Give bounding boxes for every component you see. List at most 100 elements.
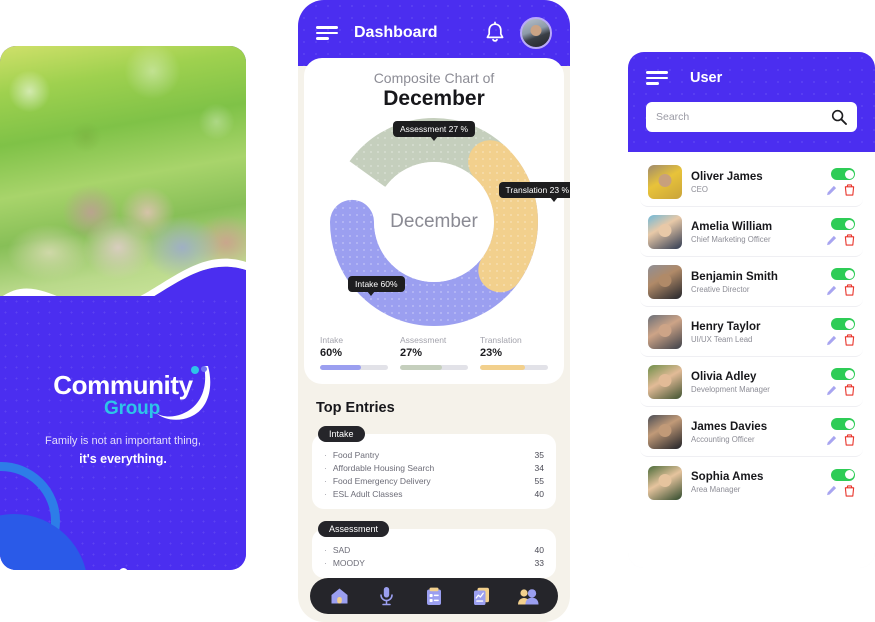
row-actions xyxy=(826,468,855,497)
tab-report[interactable] xyxy=(469,585,493,607)
pencil-edit-icon[interactable] xyxy=(826,185,837,196)
hamburger-icon[interactable] xyxy=(646,71,668,85)
row-action-icons xyxy=(826,334,855,346)
avatar xyxy=(648,365,682,399)
bottom-tab-bar xyxy=(310,578,558,614)
search-icon[interactable] xyxy=(831,109,847,125)
user-role: Chief Marketing Officer xyxy=(691,234,771,244)
row-action-icons xyxy=(826,234,855,246)
group-chip: Intake xyxy=(318,426,365,442)
list-item[interactable]: · ESL Adult Classes 40 xyxy=(324,487,544,500)
bullet-icon: · xyxy=(324,462,327,473)
row-action-icons xyxy=(826,484,855,497)
status-toggle[interactable] xyxy=(831,418,855,430)
hamburger-icon[interactable] xyxy=(316,26,338,40)
trash-delete-icon[interactable] xyxy=(844,234,855,246)
row-actions xyxy=(826,418,855,446)
avatar xyxy=(648,165,682,199)
entry-group-intake: Intake · Food Pantry 35 · Affordable Hou… xyxy=(312,424,556,509)
user-info: Olivia Adley Development Manager xyxy=(691,371,826,394)
entry-count: 35 xyxy=(534,449,544,460)
table-row[interactable]: Olivia Adley Development Manager xyxy=(640,358,863,407)
status-toggle[interactable] xyxy=(831,318,855,330)
table-row[interactable]: Benjamin Smith Creative Director xyxy=(640,258,863,307)
user-panel-topbar: User xyxy=(646,70,857,86)
donut-center-label: December xyxy=(390,211,478,232)
user-name: Benjamin Smith xyxy=(691,270,778,283)
user-list: Oliver James CEO Amelia William Chief Ma… xyxy=(628,152,875,568)
tab-people[interactable] xyxy=(516,585,540,607)
trash-delete-icon[interactable] xyxy=(844,434,855,446)
stat-progress-bar xyxy=(320,365,388,370)
pencil-edit-icon[interactable] xyxy=(826,485,837,496)
search-input[interactable] xyxy=(656,111,831,123)
promo-card-body: Community Group Family is not an importa… xyxy=(0,296,246,570)
top-entries-section: Top Entries Intake · Food Pantry 35 · Af… xyxy=(298,400,570,588)
clipboard-icon xyxy=(426,587,441,605)
entry-name: Affordable Housing Search xyxy=(332,462,435,473)
pencil-edit-icon[interactable] xyxy=(826,235,837,246)
stat-translation: Translation 23% xyxy=(480,335,548,370)
list-item[interactable]: · Food Emergency Delivery 55 xyxy=(324,474,544,487)
stat-value: 23% xyxy=(480,347,503,359)
pencil-edit-icon[interactable] xyxy=(826,335,837,346)
avatar xyxy=(648,415,682,449)
list-item[interactable]: · MOODY 33 xyxy=(324,556,544,569)
status-toggle[interactable] xyxy=(831,268,855,280)
notification-bell-icon[interactable] xyxy=(484,21,506,45)
entry-list: · Food Pantry 35 · Affordable Housing Se… xyxy=(312,434,556,509)
community-group-promo-card: Community Group Family is not an importa… xyxy=(0,46,246,570)
user-info: Henry Taylor UI/UX Team Lead xyxy=(691,321,826,344)
tab-clipboard[interactable] xyxy=(422,585,446,607)
stat-label: Translation xyxy=(480,335,522,345)
user-info: James Davies Accounting Officer xyxy=(691,421,826,444)
trash-delete-icon[interactable] xyxy=(844,284,855,296)
table-row[interactable]: Sophia Ames Area Manager xyxy=(640,458,863,507)
pager-dot[interactable] xyxy=(103,569,110,570)
entry-name: SAD xyxy=(332,544,351,555)
table-row[interactable]: Henry Taylor UI/UX Team Lead xyxy=(640,308,863,357)
list-item[interactable]: · SAD 40 xyxy=(324,543,544,556)
pager-dot-active[interactable] xyxy=(118,568,128,570)
tab-microphone[interactable] xyxy=(375,585,399,607)
screenshot-stage: Community Group Family is not an importa… xyxy=(0,0,875,622)
microphone-icon xyxy=(380,587,394,606)
pager-dot[interactable] xyxy=(136,569,143,570)
tagline-line-1: Family is not an important thing, xyxy=(45,435,201,447)
user-avatar[interactable] xyxy=(520,17,552,49)
panel-title: User xyxy=(690,70,723,86)
user-list-panel: User Oliver James CEO xyxy=(628,52,875,568)
stat-value: 27% xyxy=(400,347,423,359)
row-action-icons xyxy=(826,184,855,196)
trash-delete-icon[interactable] xyxy=(844,334,855,346)
table-row[interactable]: Oliver James CEO xyxy=(640,158,863,207)
status-toggle[interactable] xyxy=(831,368,855,380)
trash-delete-icon[interactable] xyxy=(844,484,855,497)
list-item[interactable]: · Food Pantry 35 xyxy=(324,448,544,461)
status-toggle[interactable] xyxy=(831,468,855,481)
list-item[interactable]: · Affordable Housing Search 34 xyxy=(324,461,544,474)
bullet-icon: · xyxy=(324,475,327,486)
section-title: Top Entries xyxy=(316,400,395,416)
row-actions xyxy=(826,368,855,396)
search-bar[interactable] xyxy=(646,102,857,132)
stat-assessment: Assessment 27% xyxy=(400,335,468,370)
status-toggle[interactable] xyxy=(831,218,855,230)
group-chip: Assessment xyxy=(318,521,390,537)
status-toggle[interactable] xyxy=(831,168,855,180)
user-info: Oliver James CEO xyxy=(691,171,826,194)
entry-count: 40 xyxy=(534,544,544,555)
table-row[interactable]: James Davies Accounting Officer xyxy=(640,408,863,457)
trash-delete-icon[interactable] xyxy=(844,384,855,396)
carousel-pager[interactable] xyxy=(0,568,246,570)
trash-delete-icon[interactable] xyxy=(844,184,855,196)
entry-name: MOODY xyxy=(332,557,365,568)
user-name: Henry Taylor xyxy=(691,320,761,333)
pencil-edit-icon[interactable] xyxy=(826,385,837,396)
pencil-edit-icon[interactable] xyxy=(826,285,837,296)
pencil-edit-icon[interactable] xyxy=(826,435,837,446)
tab-home[interactable] xyxy=(328,585,352,607)
table-row[interactable]: Amelia William Chief Marketing Officer xyxy=(640,208,863,257)
tagline-line-2: it's everything. xyxy=(79,451,167,466)
stat-label: Intake xyxy=(320,335,344,345)
